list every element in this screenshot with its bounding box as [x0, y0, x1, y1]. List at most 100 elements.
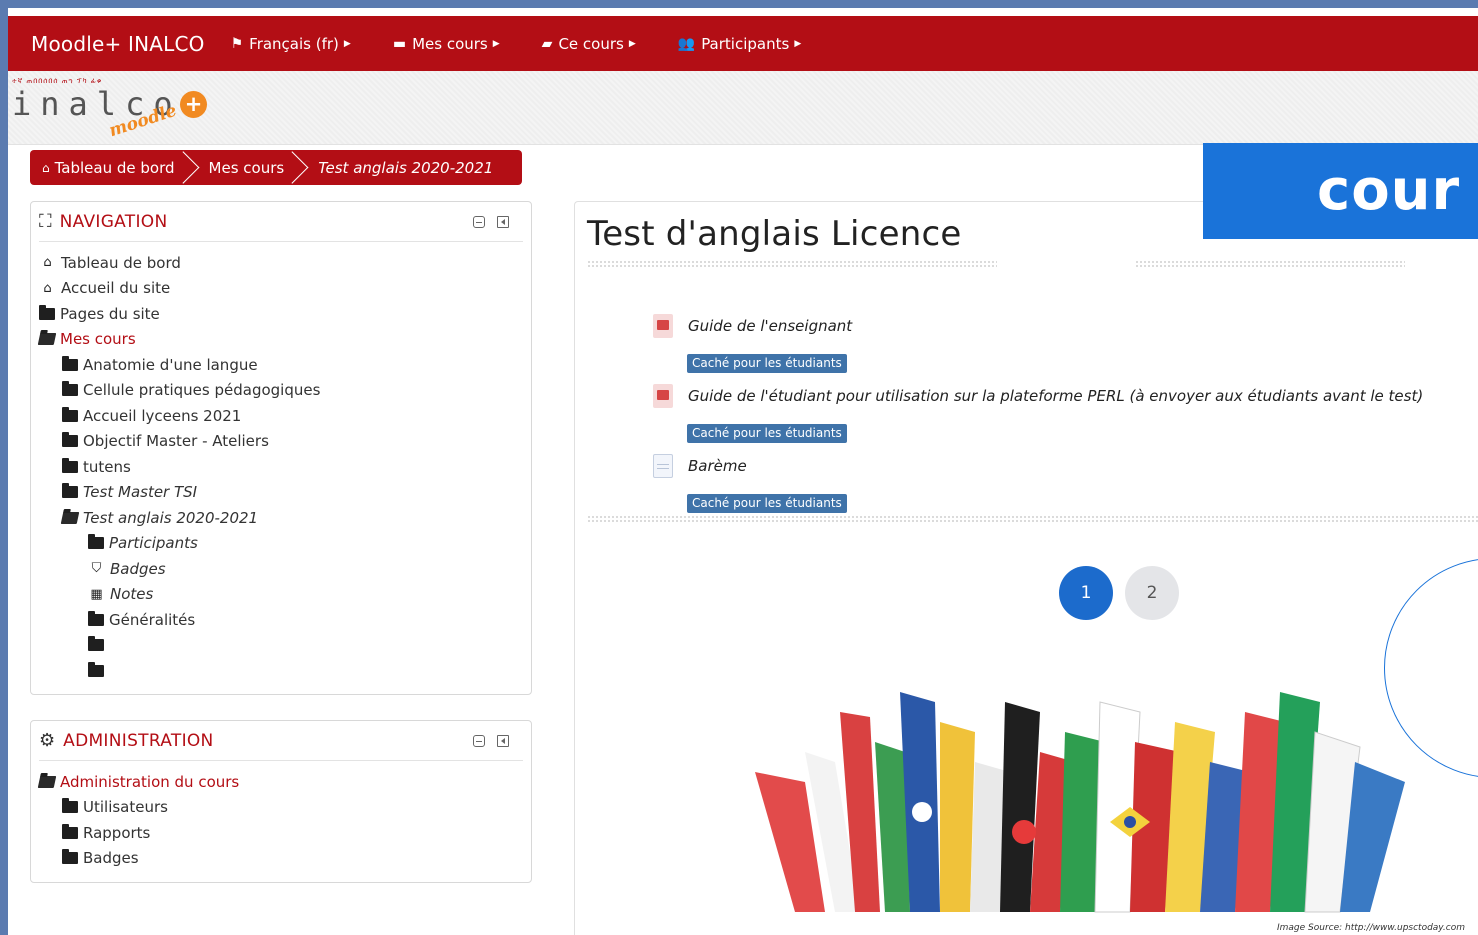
caret-right-icon: ▶ [628, 38, 636, 49]
flag-icon: ⚑ [230, 35, 244, 52]
navigation-block-title: NAVIGATION [59, 211, 168, 232]
tree-item-label: Mes cours [60, 330, 136, 349]
collapse-block-button[interactable] [473, 735, 485, 747]
navigation-tree: ⌂ Tableau de bord ⌂ Accueil du site Pages du… [31, 242, 531, 684]
folder-open-icon [37, 775, 57, 788]
tree-item[interactable] [39, 658, 531, 684]
browser-content: Moodle+ INALCO ⚑ Français (fr) ▶ ▬ Mes c… [8, 8, 1478, 935]
activity-teacher-guide[interactable]: Guide de l'enseignant [653, 314, 852, 338]
tree-item[interactable]: Accueil lyceens 2021 [39, 403, 531, 429]
activity-bareme-label: Barème [688, 457, 747, 475]
breadcrumb-my-courses-label: Mes cours [208, 158, 285, 177]
users-icon: 👥 [677, 35, 696, 52]
tree-item-label: Généralités [109, 610, 196, 629]
folder-icon [62, 381, 78, 397]
breadcrumb-my-courses[interactable]: Mes cours [209, 159, 285, 177]
this-course-menu[interactable]: ▰ Ce cours ▶ [542, 35, 636, 53]
section-divider [587, 260, 997, 268]
tree-item-label: Cellule pratiques pédagogiques [83, 381, 321, 400]
briefcase-icon: ▬ [392, 35, 407, 52]
document-icon [653, 454, 673, 478]
tree-item[interactable]: Cellule pratiques pédagogiques [39, 378, 531, 404]
section-divider [1135, 260, 1405, 268]
page-1-button[interactable]: 1 [1059, 566, 1113, 620]
folder-icon [88, 610, 104, 626]
tree-item[interactable]: Test Master TSI [39, 480, 531, 506]
folder-icon [88, 534, 104, 550]
breadcrumb-dashboard-label: Tableau de bord [54, 158, 175, 177]
folder-icon [62, 355, 78, 371]
logo-band: ተኛ ጠበበሰበሰ ጠኀ ፕካ ፊቁ inalco moodle + [8, 71, 1478, 145]
activity-student-guide[interactable]: Guide de l'étudiant pour utilisation sur… [653, 384, 1423, 408]
folder-icon [62, 457, 78, 473]
dock-block-button[interactable] [497, 735, 509, 747]
collapse-block-button[interactable] [473, 216, 485, 228]
folder-icon [88, 661, 104, 677]
section-divider [587, 515, 1478, 523]
tree-item[interactable]: ⌂ Accueil du site [39, 276, 531, 302]
tree-item[interactable]: ⛉ Badges [39, 556, 531, 582]
tree-item[interactable]: Participants [39, 531, 531, 557]
language-menu[interactable]: ⚑ Français (fr) ▶ [231, 35, 351, 53]
breadcrumb-dashboard[interactable]: ⌂ Tableau de bord [42, 159, 175, 177]
tree-item[interactable]: Administration du cours [37, 769, 531, 795]
tree-item[interactable]: tutens [39, 454, 531, 480]
tree-item[interactable]: Rapports [39, 820, 531, 846]
my-courses-menu-label: Mes cours [412, 34, 488, 53]
tree-item[interactable]: Généralités [39, 607, 531, 633]
breadcrumb-current-course[interactable]: Test anglais 2020-2021 [318, 159, 493, 177]
tree-item[interactable]: Test anglais 2020-2021 [39, 505, 531, 531]
tree-item-label: Participants [109, 534, 198, 553]
participants-menu-label: Participants [701, 34, 790, 53]
tree-item-label: Pages du site [60, 304, 160, 323]
tree-item-label: Test anglais 2020-2021 [83, 508, 259, 527]
tree-item-label: Administration du cours [60, 772, 240, 791]
tree-item[interactable]: Utilisateurs [39, 795, 531, 821]
navigation-block: ⛶ NAVIGATION ⌂ Tableau de bord ⌂ Accueil du… [30, 201, 532, 695]
breadcrumb-separator [183, 150, 201, 185]
activity-bareme[interactable]: Barème [653, 454, 747, 478]
caret-right-icon: ▶ [794, 38, 802, 49]
folder-open-icon [37, 333, 57, 346]
home-icon: ⌂ [43, 255, 52, 271]
tree-item[interactable]: Badges [39, 846, 531, 872]
tree-item-label: Notes [110, 585, 154, 604]
tree-item-label: Accueil du site [61, 279, 171, 298]
dock-block-button[interactable] [497, 216, 509, 228]
tree-item[interactable] [39, 633, 531, 659]
table-icon: ▦ [90, 586, 103, 602]
tree-item[interactable]: Objectif Master - Ateliers [39, 429, 531, 455]
my-courses-menu[interactable]: ▬ Mes cours ▶ [393, 35, 500, 53]
tree-item-label: Accueil lyceens 2021 [83, 406, 242, 425]
tree-item[interactable]: ▦ Notes [39, 582, 531, 608]
course-content: Test d'anglais Licence Guide de l'enseig… [574, 201, 1478, 935]
hidden-from-students-badge: Caché pour les étudiants [687, 424, 847, 443]
tree-item[interactable]: Pages du site [39, 301, 531, 327]
top-navbar: Moodle+ INALCO ⚑ Français (fr) ▶ ▬ Mes c… [8, 16, 1478, 71]
folder-icon [39, 304, 55, 320]
home-icon: ⌂ [43, 280, 52, 296]
book-icon: ▰ [541, 35, 553, 52]
page-2-button[interactable]: 2 [1125, 566, 1179, 620]
breadcrumb: ⌂ Tableau de bord Mes cours Test anglais… [30, 150, 522, 185]
tree-item[interactable]: ⌂ Tableau de bord [39, 250, 531, 276]
folder-icon [88, 636, 104, 652]
tree-item-label: tutens [83, 457, 131, 476]
folder-icon [62, 406, 78, 422]
overlay-title-banner: cour [1203, 143, 1478, 239]
shield-icon: ⛉ [91, 561, 102, 577]
activity-student-guide-label: Guide de l'étudiant pour utilisation sur… [688, 387, 1424, 405]
navigation-block-header: ⛶ NAVIGATION [39, 202, 523, 242]
tree-item[interactable]: Anatomie d'une langue [39, 352, 531, 378]
folder-icon [62, 798, 78, 814]
course-title: Test d'anglais Licence [587, 214, 962, 254]
administration-block: ⚙ ADMINISTRATION Administration du cours… [30, 720, 532, 883]
gears-icon: ⚙ [39, 730, 56, 751]
tree-item-label: Tableau de bord [61, 253, 181, 272]
tree-item[interactable]: Mes cours [37, 327, 531, 353]
language-menu-label: Français (fr) [249, 34, 339, 53]
site-brand[interactable]: Moodle+ INALCO [31, 32, 205, 56]
tree-item-label: Objectif Master - Ateliers [83, 432, 269, 451]
participants-menu[interactable]: 👥 Participants ▶ [678, 35, 801, 53]
folder-icon [62, 849, 78, 865]
